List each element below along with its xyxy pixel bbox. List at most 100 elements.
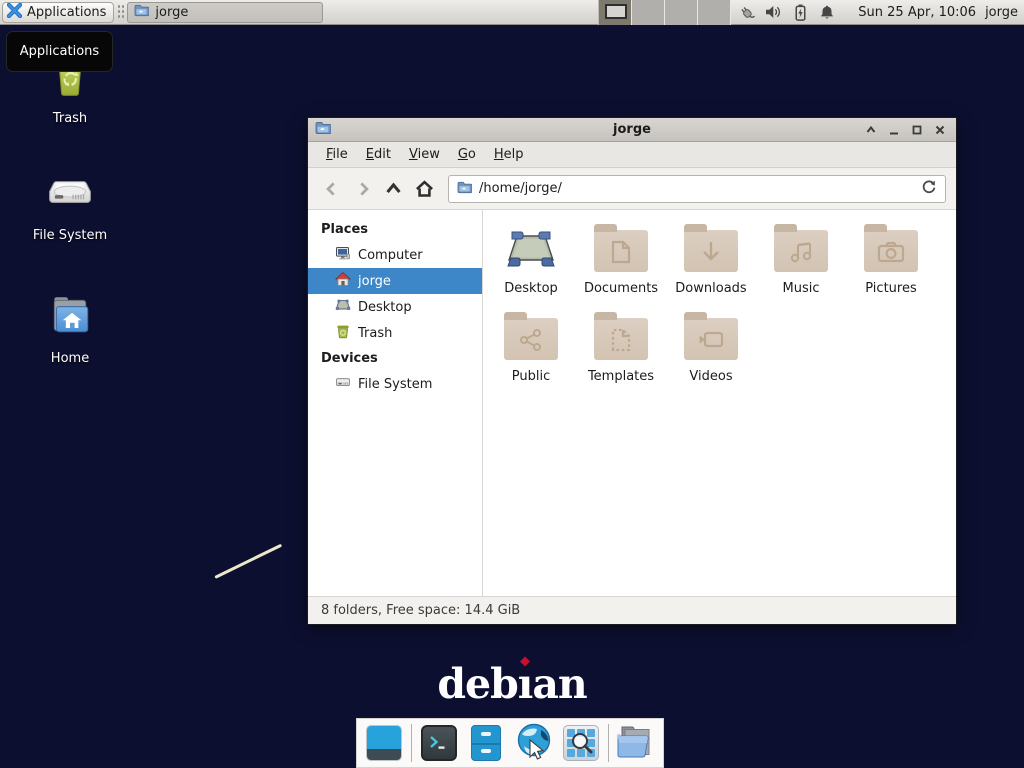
window-title: jorge (308, 122, 956, 137)
debian-text-pre: deb (437, 660, 517, 708)
folder-icon (134, 3, 149, 21)
minimize-button[interactable] (884, 121, 903, 139)
desktop-artifact-line (214, 544, 282, 579)
file-item-videos[interactable]: Videos (666, 310, 756, 384)
back-button[interactable] (318, 175, 345, 202)
file-label: Pictures (865, 281, 916, 296)
workspace-3[interactable] (665, 0, 698, 25)
statusbar: 8 folders, Free space: 14.4 GiB (308, 596, 956, 624)
applications-menu-button[interactable]: Applications (2, 2, 114, 23)
window-controls (861, 121, 949, 139)
notifications-bell-icon[interactable] (818, 3, 836, 21)
menu-go[interactable]: Go (449, 144, 485, 165)
file-label: Desktop (504, 281, 558, 296)
sidebar-item-jorge[interactable]: jorge (308, 268, 482, 294)
dock-web-browser-button[interactable] (514, 723, 554, 763)
file-label: Templates (588, 369, 654, 384)
templates-folder-icon (593, 310, 649, 362)
hard-drive-icon (45, 167, 95, 221)
dock-show-desktop-button[interactable] (364, 723, 404, 763)
power-plug-icon[interactable] (737, 3, 755, 21)
file-item-templates[interactable]: Templates (576, 310, 666, 384)
desktop-icon-home[interactable]: Home (19, 290, 121, 366)
file-item-documents[interactable]: Documents (576, 222, 666, 296)
workspace-1[interactable] (599, 0, 632, 25)
file-item-downloads[interactable]: Downloads (666, 222, 756, 296)
workspace-window-preview (605, 4, 627, 19)
file-item-desktop[interactable]: Desktop (486, 222, 576, 296)
sidebar-item-trash[interactable]: Trash (308, 320, 482, 346)
sidebar-item-label: jorge (358, 274, 391, 289)
dock-files-button[interactable] (616, 723, 656, 763)
application-finder-icon (563, 725, 599, 761)
dock-separator (411, 724, 412, 762)
desktop-icon-label: Home (51, 351, 89, 366)
menu-file[interactable]: File (317, 144, 357, 165)
sidebar-item-computer[interactable]: Computer (308, 242, 482, 268)
path-input[interactable]: /home/jorge/ (479, 181, 914, 196)
forward-button[interactable] (349, 175, 376, 202)
file-label: Public (512, 369, 550, 384)
reload-icon[interactable] (921, 179, 937, 199)
file-item-music[interactable]: Music (756, 222, 846, 296)
dock-terminal-button[interactable] (419, 723, 459, 763)
applications-tooltip: Applications (6, 31, 113, 72)
workspace-2[interactable] (632, 0, 665, 25)
desktop-icon-label: Trash (53, 111, 87, 126)
home-button[interactable] (411, 175, 438, 202)
show-desktop-icon (366, 725, 402, 761)
top-panel: Applications jorge Sun 25 Apr, 10:06 jor… (0, 0, 1024, 25)
volume-icon[interactable] (764, 3, 782, 21)
applications-tooltip-text: Applications (20, 44, 99, 59)
dock-application-finder-button[interactable] (561, 723, 601, 763)
panel-clock[interactable]: Sun 25 Apr, 10:06 (858, 5, 976, 20)
tasklist-grip[interactable] (117, 4, 124, 20)
file-label: Downloads (675, 281, 746, 296)
dock-separator (608, 724, 609, 762)
file-item-public[interactable]: Public (486, 310, 576, 384)
open-folder-icon (616, 723, 656, 763)
menu-edit[interactable]: Edit (357, 144, 400, 165)
maximize-button[interactable] (907, 121, 926, 139)
debian-wordmark: debıan (0, 660, 1024, 708)
taskbar-window-button[interactable]: jorge (127, 2, 323, 23)
menubar: File Edit View Go Help (308, 142, 956, 168)
music-folder-icon (773, 222, 829, 274)
file-label: Music (783, 281, 820, 296)
close-button[interactable] (930, 121, 949, 139)
path-bar[interactable]: /home/jorge/ (448, 175, 946, 203)
debian-dotless-i: ı (518, 660, 533, 708)
panel-user-menu[interactable]: jorge (985, 5, 1018, 20)
file-item-pictures[interactable]: Pictures (846, 222, 936, 296)
dock-file-manager-button[interactable] (466, 723, 506, 763)
desktop-icon-file-system[interactable]: File System (19, 167, 121, 243)
menu-view[interactable]: View (400, 144, 449, 165)
file-cabinet-icon (471, 725, 501, 761)
menu-help[interactable]: Help (485, 144, 533, 165)
computer-icon (335, 245, 351, 265)
battery-charging-icon[interactable] (791, 3, 809, 21)
desktop-icon-label: File System (33, 228, 107, 243)
up-button[interactable] (380, 175, 407, 202)
toolbar: /home/jorge/ (308, 168, 956, 210)
shade-button[interactable] (861, 121, 880, 139)
sidebar: Places Computer jorge Desktop Trash Devi… (308, 210, 483, 596)
debian-text-i: ı (518, 660, 533, 708)
hard-drive-icon (335, 374, 351, 394)
window-titlebar[interactable]: jorge (308, 118, 956, 142)
file-list-view[interactable]: Desktop Documents Downloads Music (483, 210, 956, 596)
sidebar-devices-header: Devices (308, 346, 482, 371)
pictures-folder-icon (863, 222, 919, 274)
debian-text-post: an (532, 660, 586, 708)
trash-icon (335, 323, 351, 343)
desktop-icon (335, 297, 351, 317)
file-label: Documents (584, 281, 658, 296)
web-browser-globe-icon (514, 721, 554, 765)
sidebar-item-file-system[interactable]: File System (308, 371, 482, 397)
system-tray (737, 3, 836, 21)
sidebar-item-desktop[interactable]: Desktop (308, 294, 482, 320)
workspace-4[interactable] (698, 0, 731, 25)
sidebar-item-label: Computer (358, 248, 423, 263)
sidebar-item-label: Desktop (358, 300, 412, 315)
downloads-folder-icon (683, 222, 739, 274)
